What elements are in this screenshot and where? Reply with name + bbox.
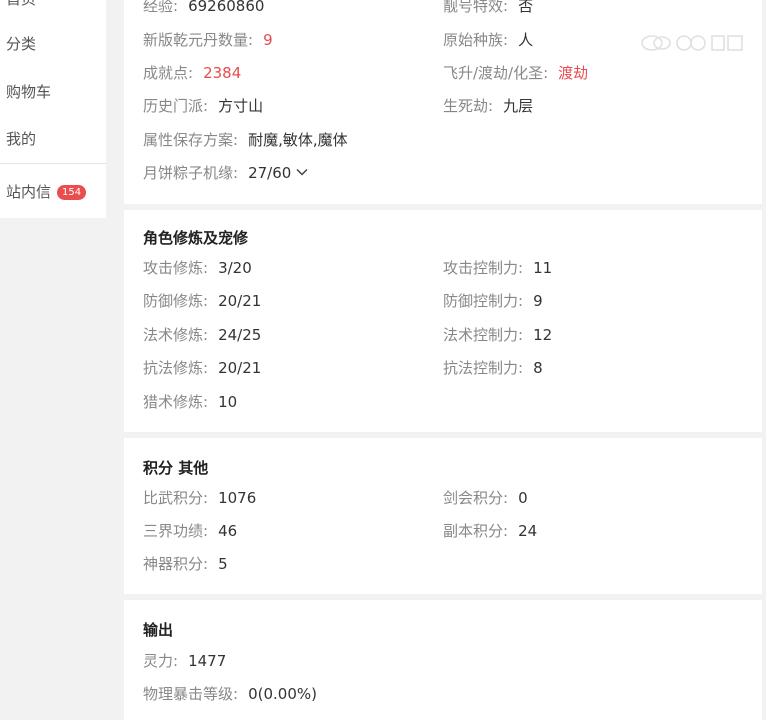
hunting-cultivation-row: 猎术修炼: 10 bbox=[143, 393, 238, 411]
sidebar-item-label: 我的 bbox=[6, 130, 37, 148]
artifact-points-row: 神器积分: 5 bbox=[143, 555, 228, 573]
points-card: 积分 其他 比武积分: 1076 剑会积分: 0 三界功绩: 46 副本积分: 24 神… bbox=[124, 438, 762, 594]
attack-control-row: 攻击控制力: 11 bbox=[443, 259, 553, 277]
phys-crit-row: 物理暴击等级: 0(0.00%) bbox=[143, 685, 317, 703]
ascension-row: 飞升/渡劫/化圣: 渡劫 bbox=[443, 64, 589, 82]
sidebar-item-home[interactable]: 首页 bbox=[6, 0, 36, 9]
attack-cultivation-row: 攻击修炼: 3/20 bbox=[143, 259, 252, 277]
dungeon-points-row: 副本积分: 24 bbox=[443, 522, 538, 540]
cultivation-card: 角色修炼及宠修 攻击修炼: 3/20 攻击控制力: 11 防御修炼: 20/21 防御… bbox=[124, 210, 762, 432]
sidebar-item-mine[interactable]: 我的 bbox=[6, 128, 36, 149]
sidebar-item-category[interactable]: 分类 bbox=[6, 33, 36, 54]
output-card: 输出 灵力: 1477 物理暴击等级: 0(0.00%) bbox=[124, 600, 762, 720]
points-title: 积分 其他 bbox=[143, 459, 209, 477]
spirit-power-row: 灵力: 1477 bbox=[143, 652, 227, 670]
sidebar-divider bbox=[0, 163, 106, 164]
basic-info-card: 经验: 69260860 靓号特效: 否 新版乾元丹数量: 9 原始种族: 人 成就点:… bbox=[124, 0, 762, 204]
sidebar-item-label: 分类 bbox=[6, 35, 37, 53]
mooncake-row[interactable]: 月饼粽子机缘: 27/60 bbox=[143, 163, 309, 183]
defense-cultivation-row: 防御修炼: 20/21 bbox=[143, 292, 262, 310]
pill-count-row: 新版乾元丹数量: 9 bbox=[143, 31, 273, 49]
pvp-points-row: 比武积分: 1076 bbox=[143, 489, 257, 507]
resist-control-row: 抗法控制力: 8 bbox=[443, 359, 543, 377]
cultivation-title: 角色修炼及宠修 bbox=[143, 229, 249, 247]
sidebar-item-label: 首页 bbox=[6, 0, 36, 8]
watermark-logo-icon bbox=[641, 35, 743, 51]
output-title: 输出 bbox=[143, 621, 174, 639]
sidebar-item-label: 购物车 bbox=[6, 83, 52, 101]
sidebar: 首页 分类 购物车 我的 站内信 154 bbox=[0, 0, 106, 218]
life-death-row: 生死劫: 九层 bbox=[443, 97, 534, 115]
attr-plan-row: 属性保存方案: 耐魔,敏体,魔体 bbox=[143, 131, 348, 149]
messages-count-badge: 154 bbox=[57, 185, 87, 200]
ship-effect-row: 靓号特效: 否 bbox=[443, 0, 534, 15]
magic-control-row: 法术控制力: 12 bbox=[443, 326, 553, 344]
sidebar-item-cart[interactable]: 购物车 bbox=[6, 81, 51, 102]
sect-history-row: 历史门派: 方寸山 bbox=[143, 97, 264, 115]
magic-cultivation-row: 法术修炼: 24/25 bbox=[143, 326, 262, 344]
achievement-row: 成就点: 2384 bbox=[143, 64, 242, 82]
defense-control-row: 防御控制力: 9 bbox=[443, 292, 543, 310]
sidebar-item-messages[interactable]: 站内信 154 bbox=[6, 181, 87, 202]
merit-row: 三界功绩: 46 bbox=[143, 522, 238, 540]
chevron-down-icon[interactable] bbox=[295, 165, 309, 179]
race-row: 原始种族: 人 bbox=[443, 31, 534, 49]
page: 首页 分类 购物车 我的 站内信 154 经验:69260860 靓号特效:否 新… bbox=[0, 0, 766, 720]
sidebar-item-label: 站内信 bbox=[6, 183, 52, 201]
exp-row: 经验: 69260860 bbox=[143, 0, 265, 15]
sword-points-row: 剑会积分: 0 bbox=[443, 489, 528, 507]
resist-cultivation-row: 抗法修炼: 20/21 bbox=[143, 359, 262, 377]
